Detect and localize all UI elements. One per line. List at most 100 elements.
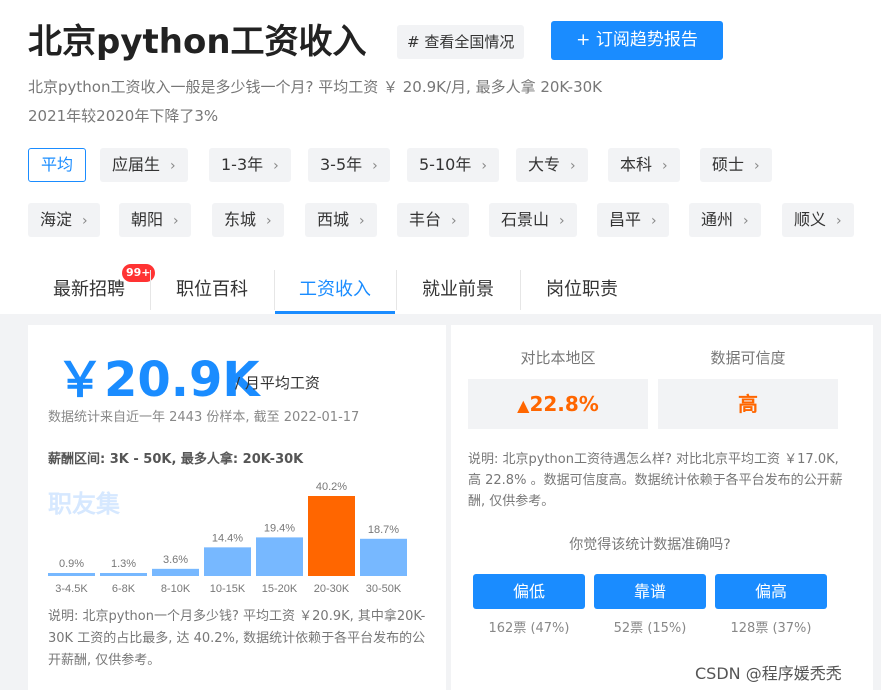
chevron-right-icon: › <box>266 213 272 229</box>
tab-prospects[interactable]: 就业前景 <box>397 266 519 314</box>
district-shunyi[interactable]: 顺义 › <box>782 203 854 237</box>
tab-salary[interactable]: 工资收入 <box>275 266 395 314</box>
filter-fresh-grad[interactable]: 应届生 › <box>100 148 188 182</box>
credibility-label: 数据可信度 <box>710 349 786 367</box>
vote-high-count: 128票 (37%) <box>730 621 812 636</box>
tab-responsibilities[interactable]: 岗位职责 <box>521 266 643 314</box>
chart-bar <box>152 568 199 576</box>
filter-label: 硕士 <box>712 155 745 174</box>
chevron-right-icon: › <box>170 158 176 174</box>
district-label: 石景山 <box>501 210 550 229</box>
filter-3-5-years[interactable]: 3-5年 › <box>308 148 390 182</box>
compare-region-label: 对比本地区 <box>520 349 596 367</box>
district-haidian[interactable]: 海淀 › <box>28 203 100 237</box>
filter-label: 应届生 <box>112 155 161 174</box>
chart-category-label: 3-4.5K <box>55 583 88 595</box>
salary-range: 薪酬区间: 3K - 50K, 最多人拿: 20K-30K <box>48 452 304 467</box>
average-salary: ￥20.9K <box>56 352 260 408</box>
salary-distribution-chart: 0.9% 3-4.5K 1.3% 6-8K 3.6% 8-10K 14.4% 10-15K 19… <box>48 481 407 595</box>
district-label: 西城 <box>317 210 350 229</box>
subscribe-report-button[interactable]: + 订阅趋势报告 <box>551 21 723 60</box>
page-title: 北京python工资收入 <box>28 22 367 62</box>
chevron-right-icon: › <box>570 158 576 174</box>
chart-category-label: 10-15K <box>210 583 246 595</box>
chart-bar <box>48 573 95 576</box>
filter-1-3-years[interactable]: 1-3年 › <box>209 148 291 182</box>
chart-data-label: 14.4% <box>212 532 243 544</box>
filter-label: 1-3年 <box>221 155 264 174</box>
chart-bar <box>360 538 407 576</box>
district-tongzhou[interactable]: 通州 › <box>689 203 761 237</box>
chart-category-label: 6-8K <box>112 583 136 595</box>
compare-region-value-box: ▲22.8% <box>468 379 648 429</box>
vote-accurate-button[interactable]: 靠谱 <box>594 574 706 609</box>
chart-bar <box>100 573 147 576</box>
chart-bar <box>308 496 355 576</box>
chevron-right-icon: › <box>651 213 657 229</box>
chevron-right-icon: › <box>173 213 179 229</box>
chart-data-label: 3.6% <box>163 554 188 566</box>
district-chaoyang[interactable]: 朝阳 › <box>119 203 191 237</box>
vote-high-button[interactable]: 偏高 <box>715 574 827 609</box>
district-changping[interactable]: 昌平 › <box>597 203 669 237</box>
chevron-right-icon: › <box>273 158 279 174</box>
source-credit: CSDN @程序媛秃秃 <box>695 664 842 683</box>
district-dongcheng[interactable]: 东城 › <box>212 203 284 237</box>
filter-label: 5-10年 <box>419 155 472 174</box>
sample-stat: 数据统计来自近一年 2443 份样本, 截至 2022-01-17 <box>48 410 360 425</box>
chevron-right-icon: › <box>559 213 565 229</box>
district-fengtai[interactable]: 丰台 › <box>397 203 469 237</box>
district-label: 昌平 <box>609 210 642 229</box>
chevron-right-icon: › <box>743 213 749 229</box>
chevron-right-icon: › <box>662 158 668 174</box>
average-salary-unit: / 月平均工资 <box>235 374 320 392</box>
district-label: 通州 <box>701 210 734 229</box>
district-label: 东城 <box>224 210 257 229</box>
chart-data-label: 40.2% <box>316 481 347 493</box>
filter-label: 本科 <box>620 155 653 174</box>
arrow-up-icon: ▲ <box>517 396 530 415</box>
district-xicheng[interactable]: 西城 › <box>305 203 377 237</box>
district-label: 朝阳 <box>131 210 164 229</box>
compare-note: 说明: 北京python工资待遇怎么样? 对比北京平均工资 ￥17.0K, 高 … <box>468 452 843 509</box>
chevron-right-icon: › <box>836 213 842 229</box>
chart-category-label: 8-10K <box>161 583 191 595</box>
national-view-button[interactable]: # 查看全国情况 <box>397 25 525 59</box>
chart-data-label: 19.4% <box>264 522 295 534</box>
salary-trend: 2021年较2020年下降了3% <box>28 107 219 125</box>
chart-data-label: 0.9% <box>59 558 84 570</box>
vote-accurate-count: 52票 (15%) <box>613 621 687 636</box>
vote-low-button[interactable]: 偏低 <box>473 574 585 609</box>
district-label: 海淀 <box>40 210 73 229</box>
chart-category-label: 15-20K <box>262 583 298 595</box>
filter-average[interactable]: 平均 <box>28 148 87 182</box>
chevron-right-icon: › <box>82 213 88 229</box>
chart-category-label: 30-50K <box>366 583 402 595</box>
chevron-right-icon: › <box>754 158 760 174</box>
vote-low-count: 162票 (47%) <box>488 621 570 636</box>
compare-region-value: 22.8% <box>529 392 599 416</box>
filter-5-10-years[interactable]: 5-10年 › <box>407 148 499 182</box>
filter-label: 平均 <box>41 155 74 174</box>
salary-note: 说明: 北京python一个月多少钱? 平均工资 ￥20.9K, 其中拿20K-… <box>48 609 426 668</box>
accuracy-question: 你觉得该统计数据准确吗? <box>569 537 731 553</box>
tab-job-wiki[interactable]: 职位百科 <box>151 266 273 314</box>
filter-label: 3-5年 <box>320 155 363 174</box>
chevron-right-icon: › <box>451 213 457 229</box>
filter-bachelor[interactable]: 本科 › <box>608 148 680 182</box>
chart-bar <box>256 537 303 576</box>
filter-master[interactable]: 硕士 › <box>700 148 772 182</box>
district-label: 丰台 <box>409 210 442 229</box>
credibility-value: 高 <box>658 379 838 429</box>
chart-data-label: 18.7% <box>368 524 399 536</box>
chart-bar <box>204 547 251 576</box>
salary-summary: 北京python工资收入一般是多少钱一个月? 平均工资 ￥ 20.9K/月, 最… <box>28 78 603 96</box>
chevron-right-icon: › <box>359 213 365 229</box>
chevron-right-icon: › <box>481 158 487 174</box>
chart-category-label: 20-30K <box>314 583 350 595</box>
chevron-right-icon: › <box>372 158 378 174</box>
filter-label: 大专 <box>528 155 561 174</box>
district-label: 顺义 <box>794 210 827 229</box>
filter-junior-college[interactable]: 大专 › <box>516 148 588 182</box>
district-shijingshan[interactable]: 石景山 › <box>489 203 577 237</box>
